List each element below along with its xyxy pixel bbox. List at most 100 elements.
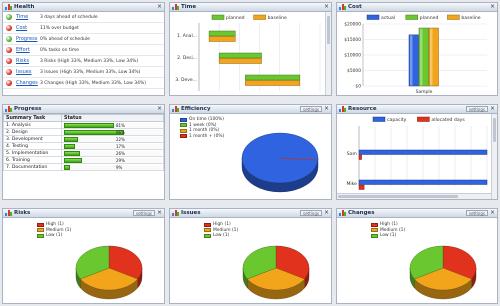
bar-highlight (420, 28, 423, 86)
close-icon[interactable]: × (324, 4, 329, 10)
chart-icon (339, 210, 346, 216)
changes-panel-header[interactable]: Changes settings × (337, 209, 497, 218)
panel-title: Issues (181, 210, 201, 216)
axis-tick-label: $15000 (344, 37, 361, 43)
chart-icon (172, 210, 179, 216)
health-link[interactable]: Progress (16, 36, 40, 42)
health-status-text: 0% tasks on time (40, 47, 80, 53)
chart-icon (339, 106, 346, 112)
progress-bar: 22% (64, 136, 161, 142)
progress-bar: 96% (64, 129, 161, 135)
gantt-bar (218, 52, 262, 59)
close-icon[interactable]: × (157, 4, 162, 10)
close-icon[interactable]: × (324, 106, 329, 112)
health-link[interactable]: Issues (16, 69, 40, 75)
panel-title: Health (14, 4, 35, 10)
settings-button[interactable]: settings (300, 210, 322, 216)
table-row[interactable]: 2. Design 96% (3, 128, 164, 136)
health-link[interactable]: Changes (16, 80, 40, 86)
column-header: Status (61, 114, 164, 122)
close-icon[interactable]: × (324, 210, 329, 216)
progress-label: 9% (116, 164, 123, 170)
health-status-text: 3 Issues (High 33%, Medium 33%, Low 34%) (40, 69, 141, 75)
panel-title: Time (181, 4, 197, 10)
resource-chart: capacity allocated days Sam Mike (337, 114, 497, 199)
table-row[interactable]: 6. Training 29% (3, 156, 164, 164)
risks-chart: High (1) Medium (1) Low (1) (3, 218, 164, 303)
axis-tick-label: $10000 (344, 53, 361, 59)
axis-tick-label: 3. Deve... (175, 77, 197, 83)
axis-tick-label: 2. Desi... (177, 55, 197, 61)
resource-panel-header[interactable]: Resource settings × (337, 105, 497, 114)
axis-tick-label: Sample (416, 89, 433, 95)
settings-button[interactable]: settings (300, 106, 322, 112)
health-link[interactable]: Time (16, 14, 40, 20)
panel-title: Changes (348, 210, 375, 216)
resource-bar (358, 154, 362, 160)
changes-panel: Changes settings × High (1) Medium (1) Low… (336, 208, 498, 304)
close-icon[interactable]: × (490, 106, 495, 112)
progress-bar: 29% (64, 157, 161, 163)
resource-vertical-scrollbar[interactable] (491, 114, 497, 199)
table-row[interactable]: 5. Implementation 26% (3, 149, 164, 157)
legend-label: baseline (268, 15, 287, 21)
legend-label: baseline (461, 15, 480, 21)
gantt-bar (245, 74, 301, 81)
health-link[interactable]: Cost (16, 25, 40, 31)
time-vertical-scrollbar[interactable] (325, 12, 331, 95)
gantt-bar (208, 30, 236, 37)
cost-chart: actual planned baseline $0 $5000 $10000 $15000… (337, 12, 497, 95)
bar-highlight (410, 35, 413, 86)
progress-label: 96% (116, 129, 125, 135)
table-row[interactable]: 7. Documentation 9% (3, 163, 164, 171)
health-row: Time 3 days ahead of schedule (3, 12, 164, 23)
time-panel-header[interactable]: Time × (170, 3, 331, 12)
chart-icon (339, 4, 346, 10)
settings-button[interactable]: settings (466, 210, 488, 216)
close-icon[interactable]: × (490, 210, 495, 216)
issues-panel-header[interactable]: Issues settings × (170, 209, 331, 218)
close-icon[interactable]: × (157, 106, 162, 112)
gantt-bar (218, 58, 262, 64)
axis-tick-label: 1. Anal... (177, 33, 197, 39)
settings-button[interactable]: settings (466, 106, 488, 112)
legend-label: actual (381, 15, 395, 21)
efficiency-panel: Efficiency settings × On time (100%) 1 we… (169, 104, 332, 200)
risks-panel-header[interactable]: Risks settings × (3, 209, 164, 218)
cost-panel: Cost × actual planned baseline $0 $5000 $1000… (336, 2, 498, 96)
column-header: Summary Task (3, 114, 62, 122)
resource-horizontal-scrollbar[interactable] (337, 193, 491, 199)
legend-swatch (253, 14, 266, 20)
chart-icon (172, 106, 179, 112)
progress-label: 81% (116, 122, 125, 128)
health-row: Effort 0% tasks on time (3, 45, 164, 56)
task-name: 3. Development (3, 135, 62, 143)
status-dot-icon (6, 14, 12, 20)
status-dot-icon (6, 58, 12, 64)
resource-bar (358, 149, 488, 155)
progress-panel-header[interactable]: Progress × (3, 105, 164, 114)
progress-bar: 26% (64, 150, 161, 156)
panel-title: Efficiency (181, 106, 211, 112)
axis-tick-label: Sam (347, 151, 358, 157)
axis-tick-label: $0 (355, 84, 361, 90)
efficiency-panel-header[interactable]: Efficiency settings × (170, 105, 331, 114)
health-panel-header[interactable]: Health × (3, 3, 164, 12)
time-chart: planned baseline 1. Anal... 2. Desi... 3. De… (170, 12, 331, 95)
settings-button[interactable]: settings (133, 210, 155, 216)
health-status-text: 0% ahead of schedule (40, 36, 90, 42)
health-link[interactable]: Effort (16, 47, 40, 53)
table-row[interactable]: 1. Analysis 81% (3, 121, 164, 129)
table-row[interactable]: 4. Testing 17% (3, 142, 164, 150)
progress-bar: 81% (64, 122, 161, 128)
table-row[interactable]: 3. Development 22% (3, 135, 164, 143)
status-dot-icon (6, 36, 12, 42)
close-icon[interactable]: × (490, 4, 495, 10)
close-icon[interactable]: × (157, 210, 162, 216)
progress-label: 22% (116, 136, 125, 142)
legend-label: planned (420, 15, 439, 21)
status-dot-icon (6, 80, 12, 86)
health-link[interactable]: Risks (16, 58, 40, 64)
cost-panel-header[interactable]: Cost × (337, 3, 497, 12)
legend-swatch (405, 14, 419, 20)
